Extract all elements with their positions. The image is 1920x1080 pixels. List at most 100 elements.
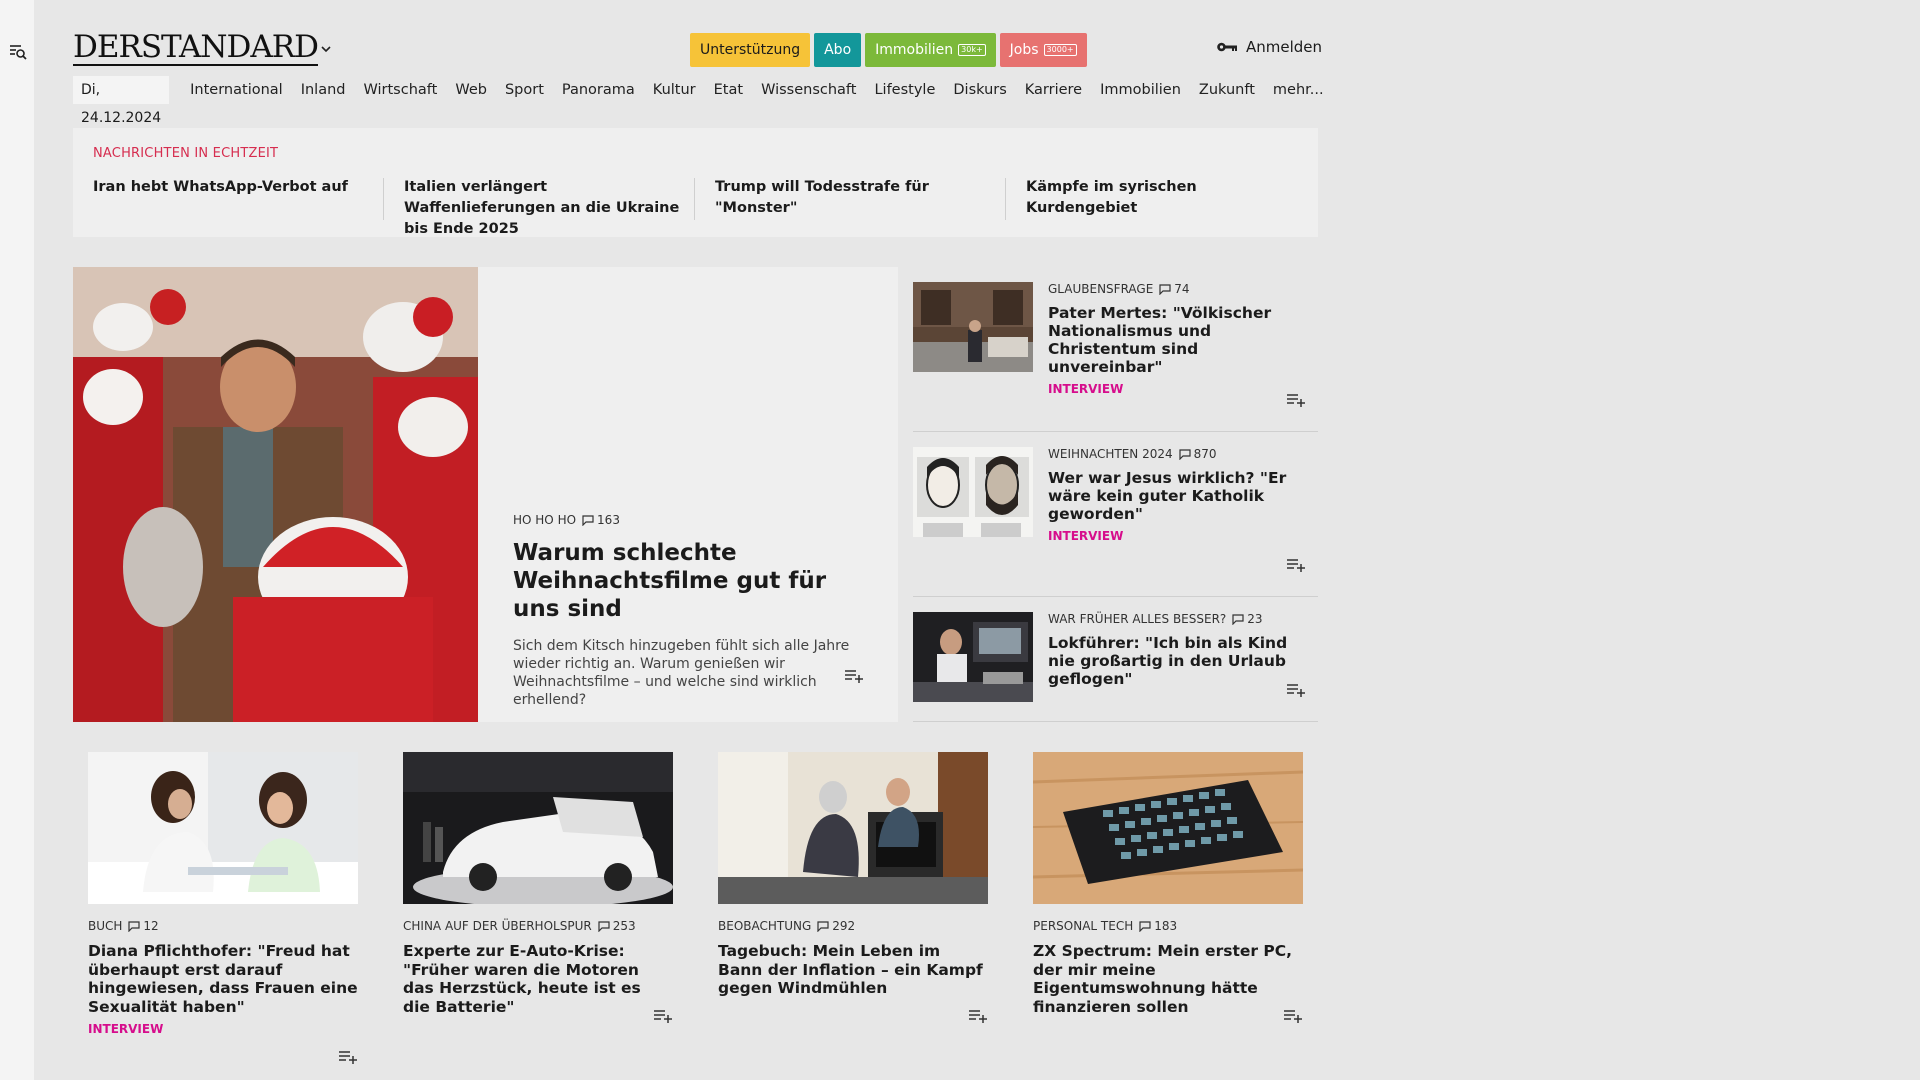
card-kicker[interactable]: BEOBACHTUNG (718, 919, 811, 933)
interview-tag: INTERVIEW (1048, 529, 1124, 543)
comment-count[interactable]: 292 (817, 919, 855, 933)
side-story-image[interactable] (913, 447, 1033, 537)
card-title[interactable]: Diana Pflichthofer: "Freud hat überhaupt… (88, 942, 358, 1016)
side-comment-count: 23 (1247, 612, 1263, 626)
card-comment-count: 183 (1154, 919, 1178, 933)
story-card-image[interactable] (88, 752, 358, 904)
nav-item-wissenschaft[interactable]: Wissenschaft (752, 82, 865, 98)
side-kicker-row: WEIHNACHTEN 2024 870 (1048, 447, 1313, 461)
card-kicker[interactable]: PERSONAL TECH (1033, 919, 1133, 933)
side-story-image[interactable] (913, 612, 1033, 702)
comment-icon (817, 920, 829, 932)
login-button[interactable]: Anmelden (1216, 38, 1322, 56)
chevron-down-icon[interactable] (319, 42, 333, 56)
side-story[interactable]: GLAUBENSFRAGE 74 Pater Mertes: "Völkisch… (913, 267, 1318, 432)
add-to-list-icon[interactable] (1283, 1009, 1303, 1023)
nav-item-etat[interactable]: Etat (705, 82, 752, 98)
comment-count[interactable]: 74 (1159, 282, 1190, 296)
comment-icon (128, 920, 141, 932)
story-card[interactable]: BEOBACHTUNG 292 Tagebuch: Mein Leben im … (718, 752, 988, 1023)
nav-item-panorama[interactable]: Panorama (553, 82, 644, 98)
side-comment-count: 870 (1193, 447, 1217, 461)
nav-item-zukunft[interactable]: Zukunft (1190, 82, 1264, 98)
card-comment-count: 12 (143, 919, 159, 933)
site-logo[interactable]: DERSTANDARD (73, 30, 319, 66)
side-story-image[interactable] (913, 282, 1033, 372)
comment-count[interactable]: 163 (582, 513, 620, 527)
ticker-item[interactable]: Kämpfe im syrischen Kurdengebiet (1026, 177, 1309, 219)
abo-label: Abo (824, 42, 852, 58)
story-card-image[interactable] (1033, 752, 1303, 904)
lead-comment-count: 163 (597, 513, 620, 527)
nav-item-diskurs[interactable]: Diskurs (944, 82, 1015, 98)
comment-icon (598, 920, 610, 932)
add-to-list-icon[interactable] (338, 1050, 358, 1064)
lead-kicker[interactable]: HO HO HO (513, 513, 576, 527)
ticker-label[interactable]: NACHRICHTEN IN ECHTZEIT (93, 146, 278, 161)
side-title[interactable]: Pater Mertes: "Völkischer Nationalismus … (1048, 304, 1313, 376)
card-kicker[interactable]: BUCH (88, 919, 122, 933)
side-comment-count: 74 (1174, 282, 1190, 296)
abo-button[interactable]: Abo (814, 33, 862, 67)
side-story-text: WEIHNACHTEN 2024 870 Wer war Jesus wirkl… (1048, 447, 1313, 543)
nav-item-wirtschaft[interactable]: Wirtschaft (354, 82, 446, 98)
search-menu-icon[interactable] (9, 43, 27, 61)
story-card-image[interactable] (718, 752, 988, 904)
nav-item-karriere[interactable]: Karriere (1016, 82, 1091, 98)
card-kicker-row: PERSONAL TECH 183 (1033, 919, 1303, 933)
comment-count[interactable]: 870 (1179, 447, 1217, 461)
comment-count[interactable]: 23 (1232, 612, 1263, 626)
side-title[interactable]: Wer war Jesus wirklich? "Er wäre kein gu… (1048, 469, 1313, 523)
nav-item-web[interactable]: Web (446, 82, 496, 98)
current-date: Di, 24.12.2024 (73, 76, 170, 126)
ticker-divider (1005, 178, 1006, 220)
side-story[interactable]: WAR FRÜHER ALLES BESSER? 23 Lokführer: "… (913, 597, 1318, 722)
side-kicker[interactable]: GLAUBENSFRAGE (1048, 282, 1153, 296)
story-card[interactable]: PERSONAL TECH 183 ZX Spectrum: Mein erst… (1033, 752, 1303, 1023)
nav-item-immobilien[interactable]: Immobilien (1091, 82, 1190, 98)
nav-item-inland[interactable]: Inland (292, 82, 355, 98)
card-kicker[interactable]: CHINA AUF DER ÜBERHOLSPUR (403, 919, 592, 933)
lead-story[interactable]: HO HO HO 163 Warum schlechte Weihnachts­… (73, 267, 898, 722)
lead-story-image[interactable] (73, 267, 478, 722)
support-label: Unterstützung (700, 42, 801, 58)
jobs-label: Jobs (1009, 42, 1039, 58)
story-card[interactable]: BUCH 12 Diana Pflichthofer: "Freud hat ü… (88, 752, 358, 1064)
side-title[interactable]: Lokführer: "Ich bin als Kind nie großart… (1048, 634, 1313, 688)
card-title[interactable]: Tagebuch: Mein Leben im Bann der Inflati… (718, 942, 988, 998)
story-card-image[interactable] (403, 752, 673, 904)
comment-icon (582, 514, 594, 526)
lead-title[interactable]: Warum schlechte Weihnachts­filme gut für… (513, 539, 873, 623)
nav-item-international[interactable]: International (181, 82, 292, 98)
immobilien-button[interactable]: Immobilien 30k+ (865, 33, 996, 67)
nav-item-lifestyle[interactable]: Lifestyle (865, 82, 944, 98)
nav-item-kultur[interactable]: Kultur (644, 82, 705, 98)
add-to-list-icon[interactable] (844, 669, 864, 683)
card-title[interactable]: Experte zur E-Auto-Krise: "Früher waren … (403, 942, 673, 1016)
add-to-list-icon[interactable] (968, 1009, 988, 1023)
nav-item-sport[interactable]: Sport (496, 82, 553, 98)
side-story[interactable]: WEIHNACHTEN 2024 870 Wer war Jesus wirkl… (913, 432, 1318, 597)
left-rail (0, 0, 34, 1080)
add-to-list-icon[interactable] (1286, 393, 1306, 407)
header-buttons: Unterstützung Abo Immobilien 30k+ Jobs 3… (690, 33, 1087, 67)
comment-count[interactable]: 12 (128, 919, 159, 933)
live-news-ticker: NACHRICHTEN IN ECHTZEIT Iran hebt WhatsA… (73, 128, 1318, 237)
nav-item-more[interactable]: mehr... (1264, 82, 1333, 98)
ticker-item[interactable]: Italien verlängert Waffenlieferungen an … (404, 177, 687, 240)
add-to-list-icon[interactable] (653, 1009, 673, 1023)
side-kicker[interactable]: WAR FRÜHER ALLES BESSER? (1048, 612, 1226, 626)
story-card[interactable]: CHINA AUF DER ÜBERHOLSPUR 253 Experte zu… (403, 752, 673, 1023)
comment-count[interactable]: 183 (1139, 919, 1177, 933)
side-story-text: GLAUBENSFRAGE 74 Pater Mertes: "Völkisch… (1048, 282, 1313, 396)
ticker-item[interactable]: Trump will Todesstrafe für "Monster" (715, 177, 998, 219)
jobs-button[interactable]: Jobs 3000+ (999, 33, 1087, 67)
comment-count[interactable]: 253 (598, 919, 636, 933)
side-kicker[interactable]: WEIHNACHTEN 2024 (1048, 447, 1173, 461)
add-to-list-icon[interactable] (1286, 558, 1306, 572)
card-kicker-row: CHINA AUF DER ÜBERHOLSPUR 253 (403, 919, 673, 933)
ticker-item[interactable]: Iran hebt WhatsApp-Verbot auf (93, 177, 376, 198)
support-button[interactable]: Unterstützung (690, 33, 811, 67)
card-title[interactable]: ZX Spectrum: Mein erster PC, der mir mei… (1033, 942, 1303, 1016)
add-to-list-icon[interactable] (1286, 683, 1306, 697)
